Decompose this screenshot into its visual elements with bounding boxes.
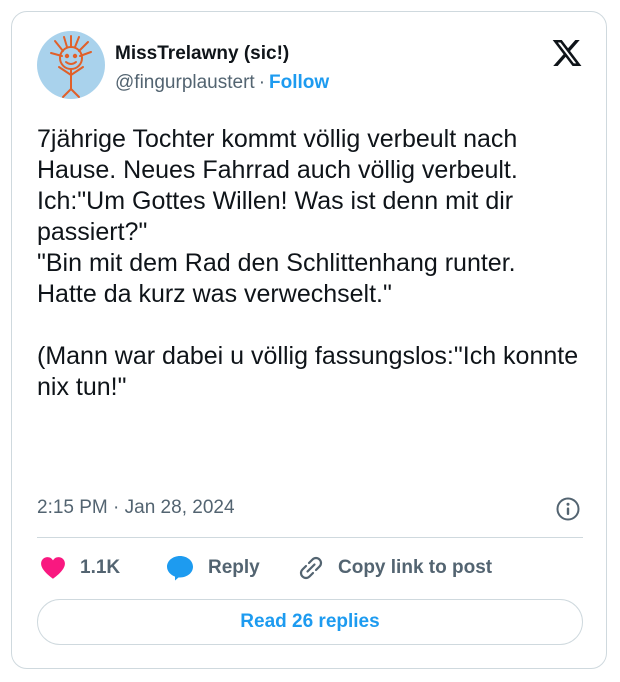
like-button[interactable]: 1.1K (40, 552, 120, 584)
avatar[interactable] (37, 31, 105, 99)
author-handle-row: @fingurplaustert · Follow (115, 71, 329, 95)
reply-button[interactable]: Reply (166, 552, 260, 584)
copy-link-label: Copy link to post (338, 557, 493, 578)
tweet-timestamp[interactable]: 2:15 PM · Jan 28, 2024 (37, 496, 235, 520)
follow-button[interactable]: Follow (269, 72, 329, 93)
info-icon[interactable] (555, 496, 581, 522)
link-icon (299, 556, 323, 580)
divider (37, 537, 583, 538)
tweet-card: MissTrelawny (sic!) @fingurplaustert · Fol… (11, 11, 607, 669)
author-handle[interactable]: @fingurplaustert (115, 72, 255, 93)
read-replies-button[interactable]: Read 26 replies (37, 599, 583, 645)
copy-link-button[interactable]: Copy link to post (298, 552, 492, 584)
heart-icon (41, 557, 65, 579)
reply-label: Reply (208, 557, 260, 578)
avatar-drawing-icon (37, 31, 105, 99)
tweet-text: 7jährige Tochter kommt völlig verbeult n… (37, 125, 579, 401)
x-logo-icon[interactable] (551, 37, 583, 69)
speech-bubble-icon (167, 556, 193, 581)
separator-dot: · (258, 72, 266, 93)
like-count: 1.1K (80, 557, 121, 578)
author-name[interactable]: MissTrelawny (sic!) (115, 42, 289, 66)
